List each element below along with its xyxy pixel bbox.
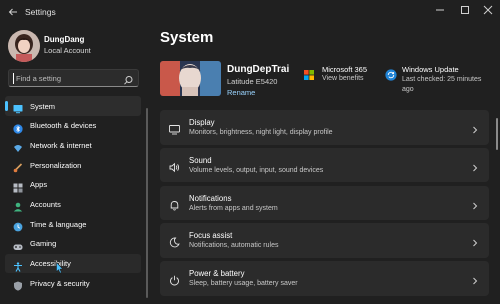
search-icon <box>123 73 134 85</box>
sidebar-item-label: Accounts <box>30 199 61 209</box>
sidebar-item-label: Gaming <box>30 239 57 249</box>
window-title: Settings <box>25 7 56 17</box>
bluetooth-icon <box>13 121 23 134</box>
sidebar-nav: System Bluetooth & devices Network & int… <box>5 96 141 293</box>
accessibility-icon <box>13 259 23 272</box>
network-icon <box>13 140 23 153</box>
sidebar-scrollbar[interactable] <box>146 108 148 298</box>
card-subtitle: Volume levels, output, input, sound devi… <box>189 166 324 174</box>
card-title: Notifications <box>189 193 232 203</box>
sidebar-item-label: Time & language <box>30 219 87 229</box>
sidebar-item-network[interactable]: Network & internet <box>5 135 141 155</box>
sound-card[interactable]: Sound Volume levels, output, input, soun… <box>160 147 489 183</box>
device-model: Latitude E5420 <box>227 77 278 86</box>
sidebar-item-label: Network & internet <box>30 140 92 150</box>
sidebar-item-accounts[interactable]: Accounts <box>5 194 141 214</box>
device-name: DungDepTrai <box>227 64 290 75</box>
sidebar-item-accessibility[interactable]: Accessibility <box>5 253 141 274</box>
search-placeholder: Find a setting <box>16 74 62 83</box>
chevron-right-icon <box>471 160 479 172</box>
sidebar-item-label: Personalization <box>30 160 82 170</box>
sidebar-item-gaming[interactable]: Gaming <box>5 234 141 254</box>
card-title: Power & battery <box>189 269 245 279</box>
rename-link[interactable]: Rename <box>227 88 255 97</box>
gaming-icon <box>13 239 23 250</box>
microsoft-365-icon <box>304 67 314 80</box>
personalization-icon <box>13 160 23 173</box>
close-icon[interactable] <box>476 3 500 17</box>
power-icon <box>169 273 180 286</box>
display-icon <box>169 122 180 135</box>
notifications-card[interactable]: Notifications Alerts from apps and syste… <box>160 185 489 221</box>
windows-update-icon <box>385 68 397 81</box>
sidebar-item-bluetooth[interactable]: Bluetooth & devices <box>5 116 141 136</box>
power-battery-card[interactable]: Power & battery Sleep, battery usage, ba… <box>160 261 489 296</box>
system-icon <box>13 101 23 114</box>
sidebar-item-label: System <box>30 101 56 111</box>
focus-assist-icon <box>169 235 180 248</box>
sidebar-item-label: Apps <box>30 180 48 190</box>
sidebar-item-label: Privacy & security <box>30 278 90 288</box>
notifications-icon <box>169 198 180 211</box>
search-input[interactable]: Find a setting <box>8 69 139 87</box>
sidebar-item-personalization[interactable]: Personalization <box>5 155 141 175</box>
accounts-icon <box>13 199 23 212</box>
sidebar-item-system[interactable]: System <box>5 96 141 116</box>
card-title: Display <box>189 118 215 127</box>
minimize-icon[interactable] <box>428 3 452 17</box>
card-title: Sound <box>189 155 212 165</box>
sidebar-item-label: Accessibility <box>30 259 71 268</box>
mouse-pointer-icon <box>56 261 64 274</box>
profile-name: DungDang <box>44 35 85 44</box>
main-scrollbar[interactable] <box>496 118 498 150</box>
apps-icon <box>13 180 23 193</box>
avatar <box>8 30 40 62</box>
time-language-icon <box>13 219 23 232</box>
settings-cards: Display Monitors, brightness, night ligh… <box>160 110 489 299</box>
user-profile[interactable]: DungDang Local Account <box>8 30 148 64</box>
card-title: Focus assist <box>189 231 233 241</box>
chevron-right-icon <box>471 198 479 209</box>
device-wallpaper-thumbnail <box>160 61 221 96</box>
card-subtitle: Monitors, brightness, night light, displ… <box>189 129 333 136</box>
sidebar-item-time-language[interactable]: Time & language <box>5 214 141 234</box>
windows-update-title[interactable]: Windows Update <box>402 65 459 74</box>
active-indicator <box>5 101 8 111</box>
card-subtitle: Alerts from apps and system <box>189 204 278 212</box>
sound-icon <box>169 160 180 172</box>
card-subtitle: Sleep, battery usage, battery saver <box>189 280 298 288</box>
chevron-right-icon <box>471 273 479 285</box>
sidebar-item-label: Bluetooth & devices <box>30 121 97 131</box>
sidebar-item-apps[interactable]: Apps <box>5 175 141 195</box>
display-card[interactable]: Display Monitors, brightness, night ligh… <box>160 110 489 145</box>
title-bar: Settings <box>0 0 500 26</box>
profile-account-type: Local Account <box>44 46 91 55</box>
chevron-right-icon <box>471 122 479 134</box>
chevron-right-icon <box>471 235 479 247</box>
card-subtitle: Notifications, automatic rules <box>189 242 279 250</box>
text-cursor <box>13 73 14 84</box>
microsoft-365-title[interactable]: Microsoft 365 <box>322 65 367 74</box>
microsoft-365-subtitle[interactable]: View benefits <box>322 75 364 82</box>
maximize-icon[interactable] <box>453 3 477 17</box>
windows-update-subtitle: Last checked: 25 minutes ago <box>402 76 482 93</box>
page-title: System <box>160 29 214 46</box>
sidebar-item-privacy[interactable]: Privacy & security <box>5 273 141 293</box>
focus-assist-card[interactable]: Focus assist Notifications, automatic ru… <box>160 223 489 258</box>
privacy-icon <box>13 278 23 291</box>
back-arrow-icon[interactable] <box>7 6 19 18</box>
